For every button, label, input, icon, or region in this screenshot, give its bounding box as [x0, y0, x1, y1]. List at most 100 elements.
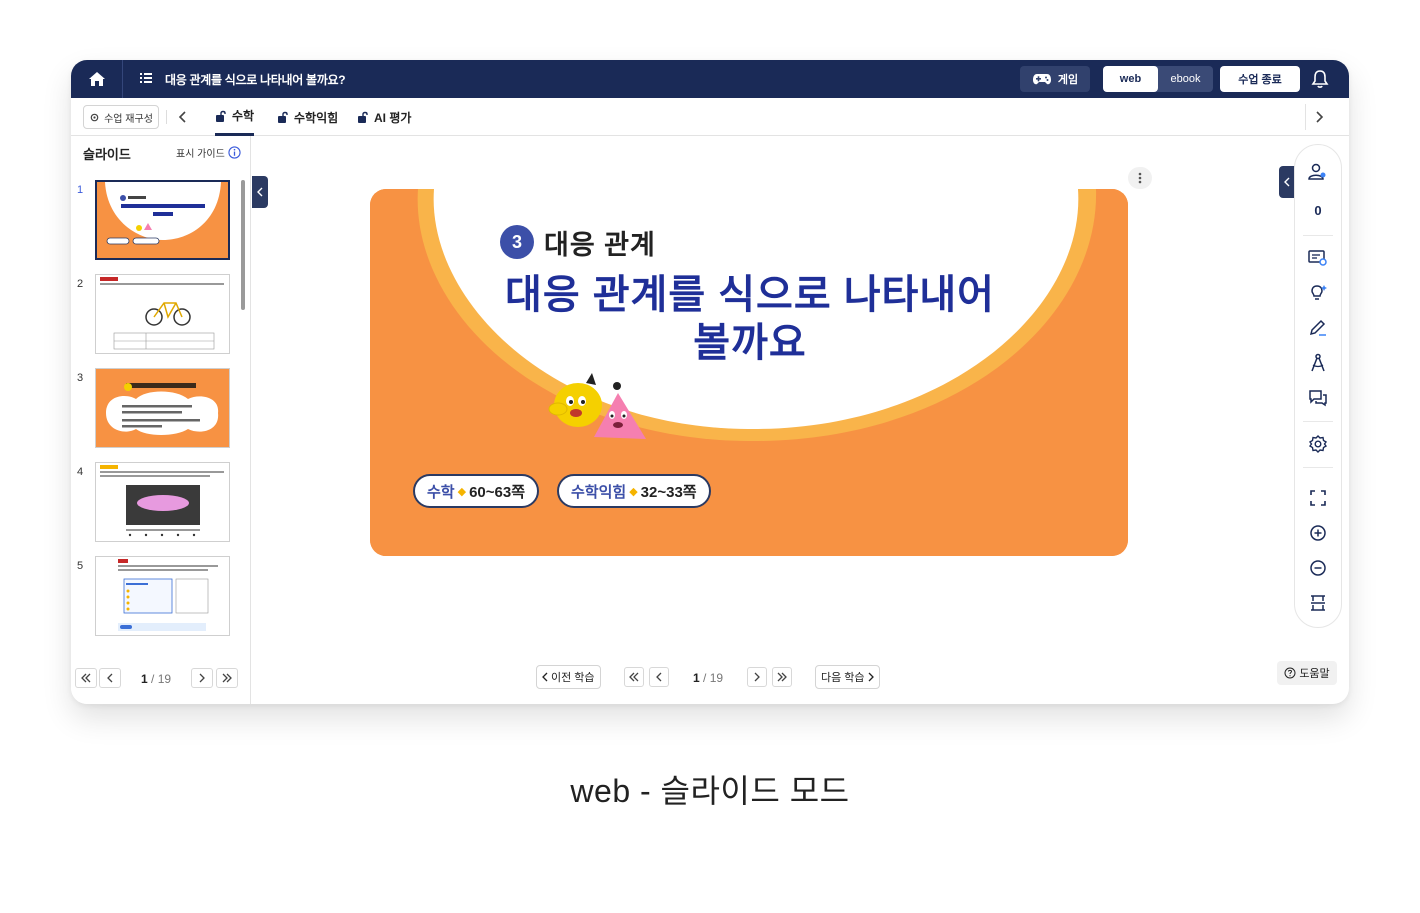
- divider: [1303, 421, 1333, 422]
- rebuild-class-button[interactable]: 수업 재구성: [83, 105, 159, 129]
- chevron-right-icon: [868, 672, 874, 682]
- slide-number: 1: [77, 184, 84, 196]
- unlock-icon: [216, 110, 226, 122]
- fullscreen-icon: [1310, 490, 1326, 506]
- tab-bar: 수업 재구성 수학 수학익힘 AI 평가: [71, 98, 1349, 136]
- first-slide-button[interactable]: [624, 667, 644, 687]
- slide-number: 3: [77, 372, 84, 384]
- current-slide: 1: [693, 671, 700, 685]
- chip-label: 수학: [427, 483, 455, 501]
- guide-label: 표시 가이드: [176, 149, 225, 160]
- mode-ebook-button[interactable]: ebook: [1158, 66, 1213, 92]
- chevron-right-icon: [1315, 111, 1323, 123]
- slide-subtitle: 대응 관계: [544, 230, 656, 260]
- slide-number: 2: [77, 278, 84, 290]
- diamond-icon: ◆: [457, 485, 467, 498]
- list-item[interactable]: 1: [71, 180, 247, 264]
- hint-button[interactable]: [1295, 278, 1341, 308]
- game-label: 게임: [1057, 74, 1079, 86]
- view-mode-toggle: web ebook: [1103, 66, 1213, 92]
- next-lesson-button[interactable]: 다음 학습: [815, 665, 880, 689]
- tab-math[interactable]: 수학: [215, 98, 255, 136]
- chip-pages: 32~33쪽: [640, 483, 697, 501]
- display-guide-button[interactable]: 표시 가이드: [176, 145, 241, 160]
- zoom-in-icon: [1310, 525, 1326, 541]
- student-count: 0: [1314, 203, 1322, 218]
- slide-thumbnail[interactable]: [95, 556, 230, 636]
- list-item[interactable]: 2: [71, 274, 247, 358]
- next-slide-button[interactable]: [747, 667, 767, 687]
- chip-pages: 60~63쪽: [469, 483, 526, 501]
- pen-tool-button[interactable]: [1295, 313, 1341, 343]
- game-button[interactable]: 게임: [1020, 66, 1090, 92]
- lesson-title: 대응 관계를 식으로 나타내어 볼까요?: [165, 73, 346, 87]
- sidebar-scrollbar[interactable]: [241, 180, 245, 310]
- list-item[interactable]: 4: [71, 462, 247, 546]
- chat-icon: [1309, 390, 1327, 407]
- prev-slide-button[interactable]: [649, 667, 669, 687]
- chat-button[interactable]: [1295, 383, 1341, 413]
- compass-tool-button[interactable]: [1295, 348, 1341, 378]
- slide-title-line2: 볼까요: [693, 321, 807, 365]
- zoom-out-icon: [1310, 560, 1326, 576]
- workbook-page-chip[interactable]: 수학익힘 ◆ 32~33쪽: [557, 474, 711, 508]
- textbook-page-chip[interactable]: 수학 ◆ 60~63쪽: [413, 474, 540, 508]
- bell-icon[interactable]: [1311, 69, 1329, 89]
- tab-math-practice[interactable]: 수학익힘: [277, 98, 338, 136]
- chevron-left-icon[interactable]: [177, 110, 189, 124]
- unlock-icon: [278, 111, 288, 123]
- end-class-button[interactable]: 수업 종료: [1220, 66, 1300, 92]
- last-slide-button[interactable]: [772, 667, 792, 687]
- tab-next-button[interactable]: [1305, 104, 1331, 130]
- chevron-left-icon: [257, 187, 263, 197]
- gamepad-icon: [1032, 74, 1051, 85]
- collapse-sidebar-button[interactable]: [252, 176, 268, 208]
- diamond-icon: ◆: [629, 485, 638, 498]
- chevron-left-icon: [656, 672, 662, 682]
- bottom-navigation: 이전 학습 1 / 19 다음 학습: [71, 662, 1349, 692]
- gear-icon: [1308, 435, 1328, 453]
- tab-label: 수학: [232, 109, 255, 123]
- home-icon: [88, 72, 105, 86]
- mode-web-button[interactable]: web: [1103, 66, 1158, 92]
- list-item[interactable]: 3: [71, 368, 247, 452]
- figure-caption: web - 슬라이드 모드: [570, 773, 850, 809]
- right-toolbar: 0: [1294, 144, 1342, 628]
- slide-thumbnail-list: 1 2 3 4 5: [71, 172, 247, 652]
- settings-button[interactable]: [1295, 429, 1341, 459]
- fit-height-icon: [1311, 595, 1325, 611]
- fit-height-button[interactable]: [1295, 588, 1341, 618]
- slide-sidebar: 슬라이드 표시 가이드 1 2 3 4 5 1 / 19: [71, 136, 251, 704]
- gear-icon: [90, 113, 99, 121]
- slide-page-indicator: 1 / 19: [693, 671, 724, 685]
- double-chevron-right-icon: [777, 672, 787, 682]
- list-icon[interactable]: [139, 71, 153, 85]
- total-slides: 19: [709, 671, 724, 685]
- slide-thumbnail[interactable]: [95, 274, 230, 354]
- next-lesson-label: 다음 학습: [821, 672, 865, 684]
- zoom-in-button[interactable]: [1295, 518, 1341, 548]
- zoom-out-button[interactable]: [1295, 553, 1341, 583]
- students-button[interactable]: [1295, 157, 1341, 187]
- list-item[interactable]: 5: [71, 556, 247, 640]
- slide-thumbnail[interactable]: [95, 368, 230, 448]
- prev-lesson-label: 이전 학습: [551, 672, 595, 684]
- collapse-tools-button[interactable]: [1279, 166, 1295, 198]
- screen-share-button[interactable]: [1295, 243, 1341, 273]
- chip-label: 수학익힘: [571, 483, 627, 501]
- sidebar-heading: 슬라이드: [83, 147, 131, 162]
- help-button[interactable]: 도움말: [1277, 661, 1337, 685]
- tab-label: AI 평가: [374, 110, 412, 125]
- slide-number: 5: [77, 560, 84, 572]
- tab-label: 수학익힘: [294, 110, 339, 125]
- more-options-button[interactable]: [1128, 167, 1152, 189]
- tab-ai-eval[interactable]: AI 평가: [357, 98, 411, 136]
- slide-thumbnail[interactable]: [95, 180, 230, 260]
- slide-number: 4: [77, 466, 84, 478]
- compass-icon: [1311, 353, 1325, 372]
- fullscreen-button[interactable]: [1295, 483, 1341, 513]
- rebuild-label: 수업 재구성: [104, 113, 153, 125]
- prev-lesson-button[interactable]: 이전 학습: [536, 665, 601, 689]
- slide-thumbnail[interactable]: [95, 462, 230, 542]
- home-button[interactable]: [71, 60, 123, 98]
